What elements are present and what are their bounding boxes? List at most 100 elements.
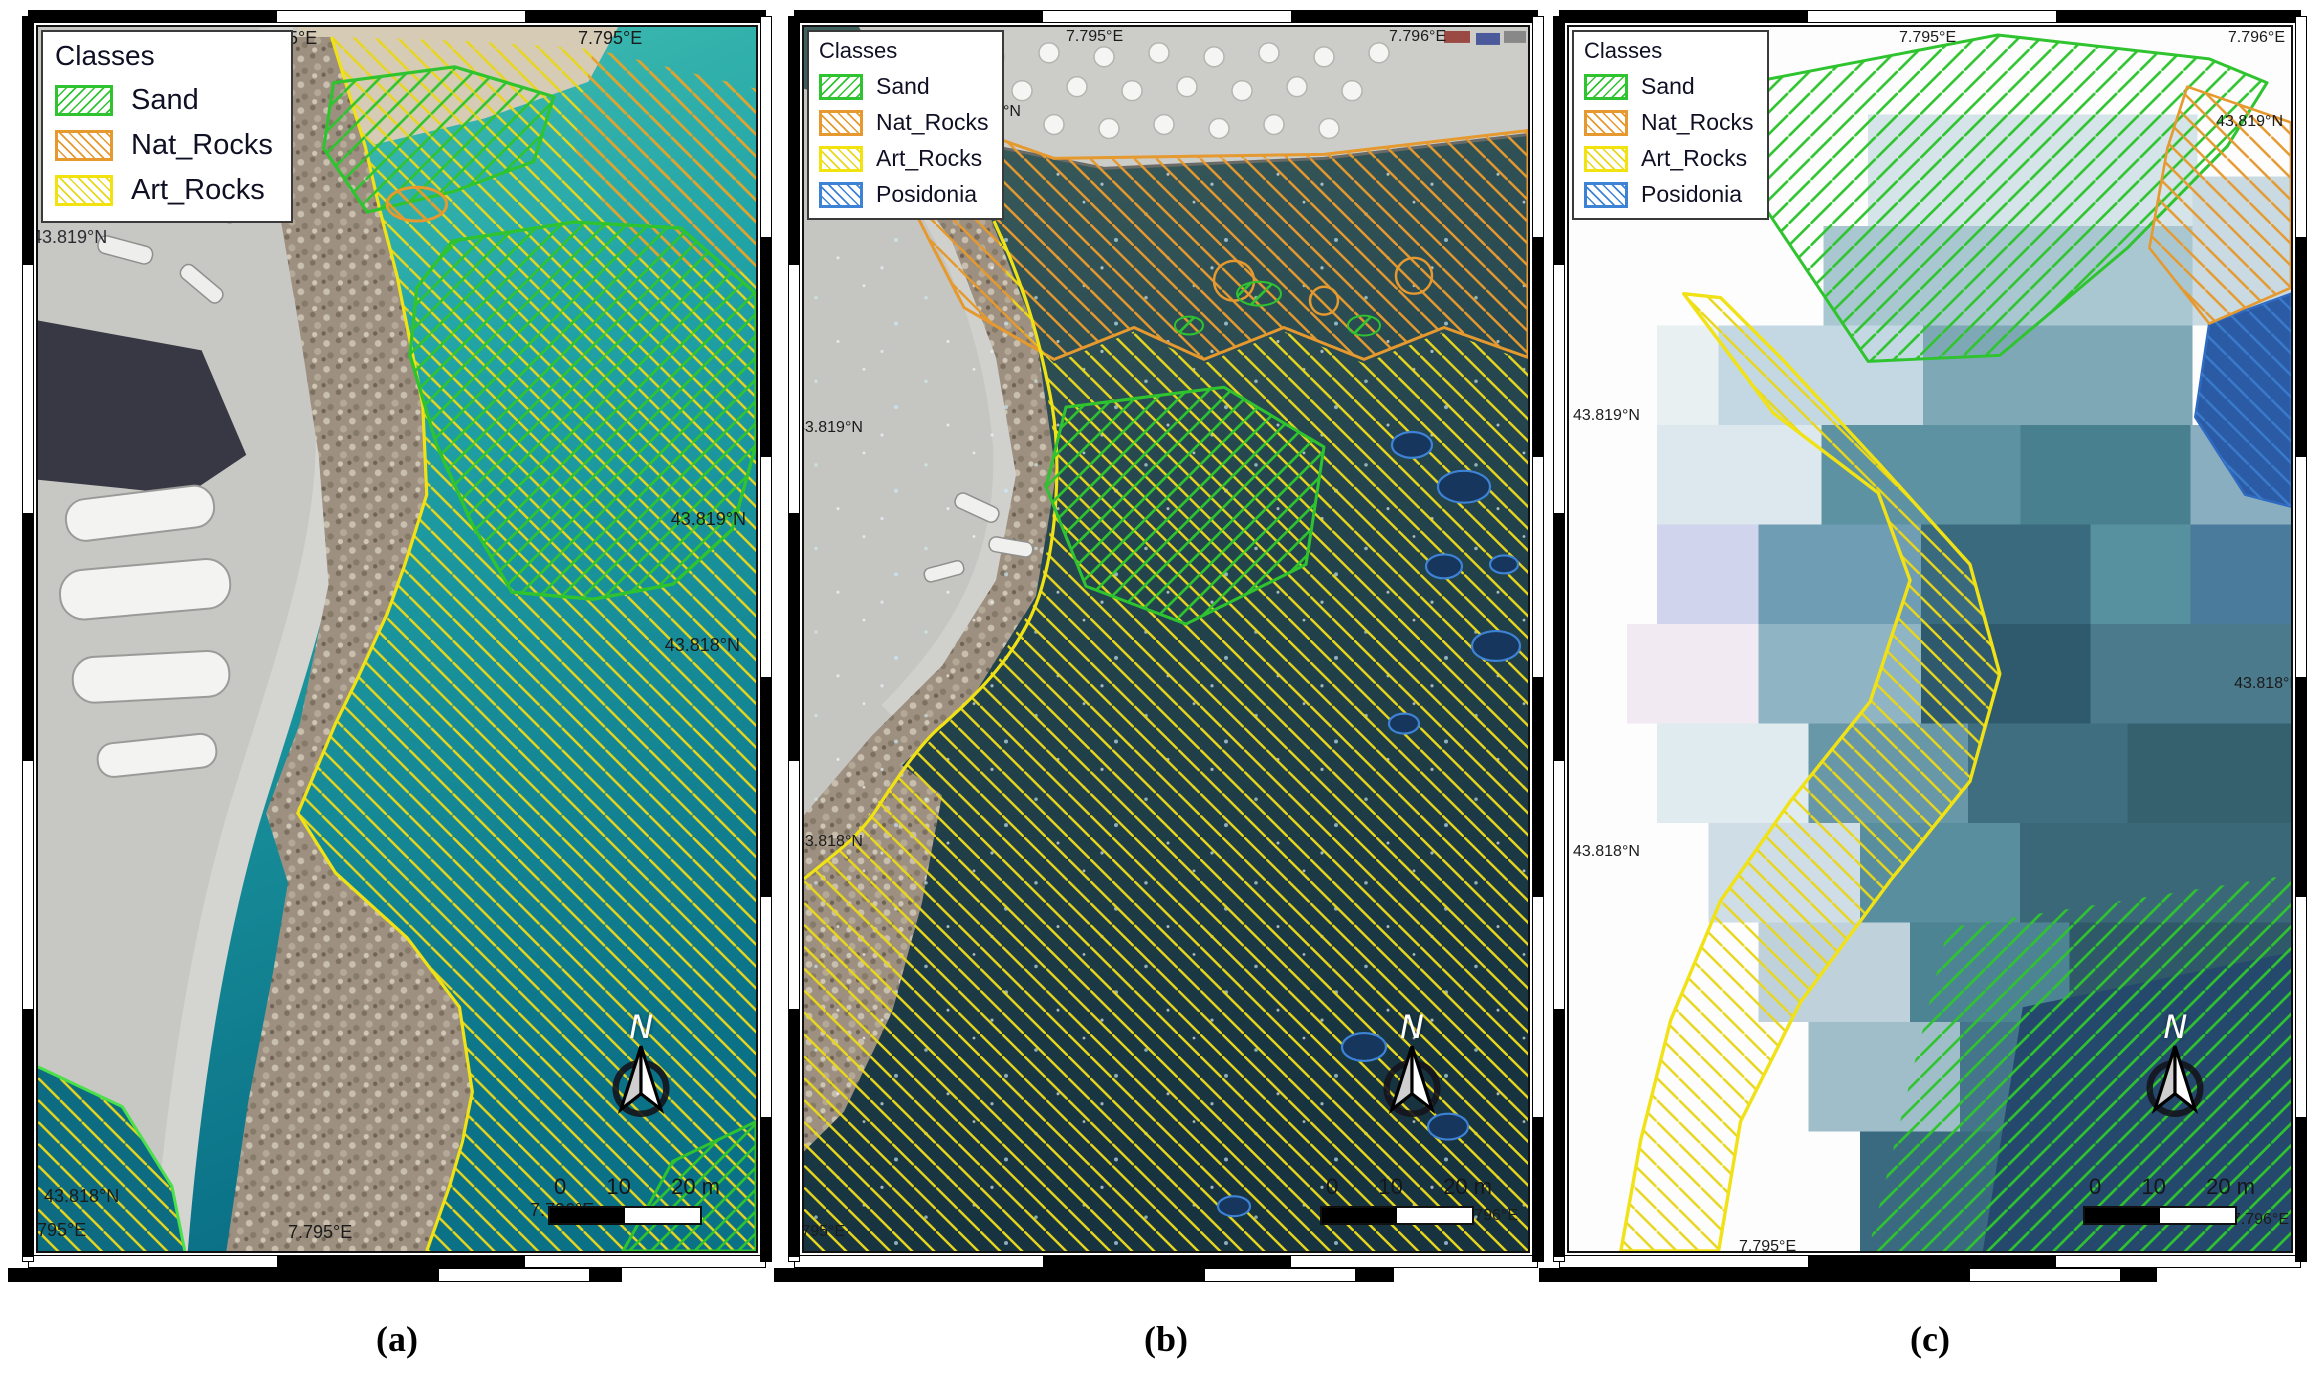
lat-label: 43.819°N (2216, 113, 2283, 131)
scale-bar: 0 10 20 m (548, 1174, 720, 1225)
legend-label-nat-rocks: Nat_Rocks (131, 129, 273, 162)
scale-bar-labels: 0 10 20 m (2083, 1174, 2255, 1200)
scale-mid: 10 (606, 1174, 630, 1200)
north-label: N (1376, 1012, 1448, 1042)
lat-label: 43.818°N (2234, 675, 2293, 693)
sand-swatch-icon (819, 74, 863, 100)
legend: Classes Sand Nat_Rocks Art_Rocks Posidon… (807, 30, 1004, 220)
posidonia-swatch-icon (1584, 182, 1628, 208)
map-panel-c: Classes Sand Nat_Rocks Art_Rocks Posidon… (1553, 10, 2307, 1268)
art-rocks-swatch-icon (1584, 146, 1628, 172)
legend: Classes Sand Nat_Rocks Art_Rocks Posidon… (1572, 30, 1769, 220)
legend-title: Classes (55, 40, 273, 72)
lon-label: 7.795°E (802, 1223, 845, 1241)
legend-label-sand: Sand (131, 84, 199, 117)
map-panel-b: Classes Sand Nat_Rocks Art_Rocks Posidon… (788, 10, 1544, 1268)
scale-start: 0 (1326, 1174, 1338, 1200)
graticule-frame-top (28, 10, 766, 23)
scale-start: 0 (554, 1174, 566, 1200)
nat-rocks-swatch-icon (55, 130, 113, 161)
graticule-frame-left (1553, 16, 1565, 1262)
compass-glyph (607, 1044, 675, 1118)
legend-title: Classes (1584, 38, 1753, 64)
panel-caption-c: (c) (1553, 1318, 2307, 1360)
lon-label: 7.795°E (36, 1220, 86, 1241)
lat-label: 43.818°N (1573, 843, 1640, 861)
graticule-frame-right (760, 16, 772, 1262)
graticule-frame-right (1532, 16, 1544, 1262)
lon-label: 7.795°E (1066, 28, 1123, 46)
figure-three-panel-maps: Classes Sand Nat_Rocks Art_Rocks 7.795°E… (0, 0, 2309, 1389)
legend-label-posidonia: Posidonia (1641, 181, 1742, 208)
scale-bar: 0 10 20 m (1320, 1174, 1492, 1225)
legend-title: Classes (819, 38, 988, 64)
scale-end: 20 m (2206, 1174, 2255, 1200)
legend-item-nat-rocks: Nat_Rocks (55, 129, 273, 162)
compass-glyph (1378, 1044, 1446, 1118)
lat-label: 43.818°N (802, 833, 863, 851)
lon-label: 7.795°E (288, 1222, 352, 1243)
map-canvas-a: Classes Sand Nat_Rocks Art_Rocks 7.795°E… (36, 25, 758, 1253)
nat-rocks-swatch-icon (819, 110, 863, 136)
north-label: N (2139, 1012, 2211, 1042)
legend-label-art-rocks: Art_Rocks (131, 174, 265, 207)
scale-start: 0 (2089, 1174, 2101, 1200)
scale-bar: 0 10 20 m (2083, 1174, 2255, 1225)
legend-label-nat-rocks: Nat_Rocks (1641, 109, 1753, 136)
graticule-frame-offset (1539, 1268, 2157, 1282)
legend-item-posidonia: Posidonia (819, 181, 988, 208)
graticule-frame-bottom (28, 1255, 766, 1268)
scale-mid: 10 (2141, 1174, 2165, 1200)
panel-caption-a: (a) (22, 1318, 772, 1360)
legend-item-art-rocks: Art_Rocks (819, 145, 988, 172)
scale-end: 20 m (671, 1174, 720, 1200)
sand-swatch-icon (1584, 74, 1628, 100)
lon-label: 7.796°E (2228, 29, 2285, 47)
lat-label: 43.819°N (802, 419, 863, 437)
north-label: N (605, 1012, 677, 1042)
scale-bar-graphic (2083, 1206, 2237, 1225)
north-arrow-icon: N (605, 1012, 677, 1118)
lat-label: 43.819°N (671, 509, 746, 530)
graticule-frame-offset (774, 1268, 1394, 1282)
legend-item-art-rocks: Art_Rocks (1584, 145, 1753, 172)
art-rocks-swatch-icon (55, 175, 113, 206)
legend-label-sand: Sand (876, 73, 930, 100)
art-rocks-swatch-icon (819, 146, 863, 172)
lat-label: 43.819°N (1573, 407, 1640, 425)
scale-bar-graphic (548, 1206, 702, 1225)
graticule-frame-offset (8, 1268, 622, 1282)
legend-item-sand: Sand (1584, 73, 1753, 100)
lon-label: 7.795°E (1739, 1238, 1796, 1253)
legend: Classes Sand Nat_Rocks Art_Rocks (41, 30, 293, 223)
legend-item-nat-rocks: Nat_Rocks (819, 109, 988, 136)
legend-item-art-rocks: Art_Rocks (55, 174, 273, 207)
scale-bar-graphic (1320, 1206, 1474, 1225)
graticule-frame-bottom (794, 1255, 1538, 1268)
compass-glyph (2141, 1044, 2209, 1118)
map-panel-a: Classes Sand Nat_Rocks Art_Rocks 7.795°E… (22, 10, 772, 1268)
graticule-frame-right (2295, 16, 2307, 1262)
lon-label: 7.795°E (1899, 29, 1956, 47)
sand-swatch-icon (55, 85, 113, 116)
legend-item-sand: Sand (819, 73, 988, 100)
lon-label: 7.795°E (578, 28, 642, 49)
legend-item-posidonia: Posidonia (1584, 181, 1753, 208)
legend-label-art-rocks: Art_Rocks (876, 145, 982, 172)
legend-label-posidonia: Posidonia (876, 181, 977, 208)
graticule-frame-left (22, 16, 34, 1262)
north-arrow-icon: N (2139, 1012, 2211, 1118)
lat-label: 43.819°N (36, 227, 107, 248)
lon-label: 7.796°E (1389, 28, 1446, 46)
graticule-frame-bottom (1559, 1255, 2301, 1268)
legend-label-art-rocks: Art_Rocks (1641, 145, 1747, 172)
panel-caption-b: (b) (788, 1318, 1544, 1360)
nat-rocks-swatch-icon (1584, 110, 1628, 136)
lat-label: 43.818°N (44, 1186, 119, 1207)
legend-label-nat-rocks: Nat_Rocks (876, 109, 988, 136)
posidonia-swatch-icon (819, 182, 863, 208)
graticule-frame-left (788, 16, 800, 1262)
map-canvas-c: Classes Sand Nat_Rocks Art_Rocks Posidon… (1567, 25, 2293, 1253)
scale-mid: 10 (1378, 1174, 1402, 1200)
lat-label: 43.818°N (665, 635, 740, 656)
